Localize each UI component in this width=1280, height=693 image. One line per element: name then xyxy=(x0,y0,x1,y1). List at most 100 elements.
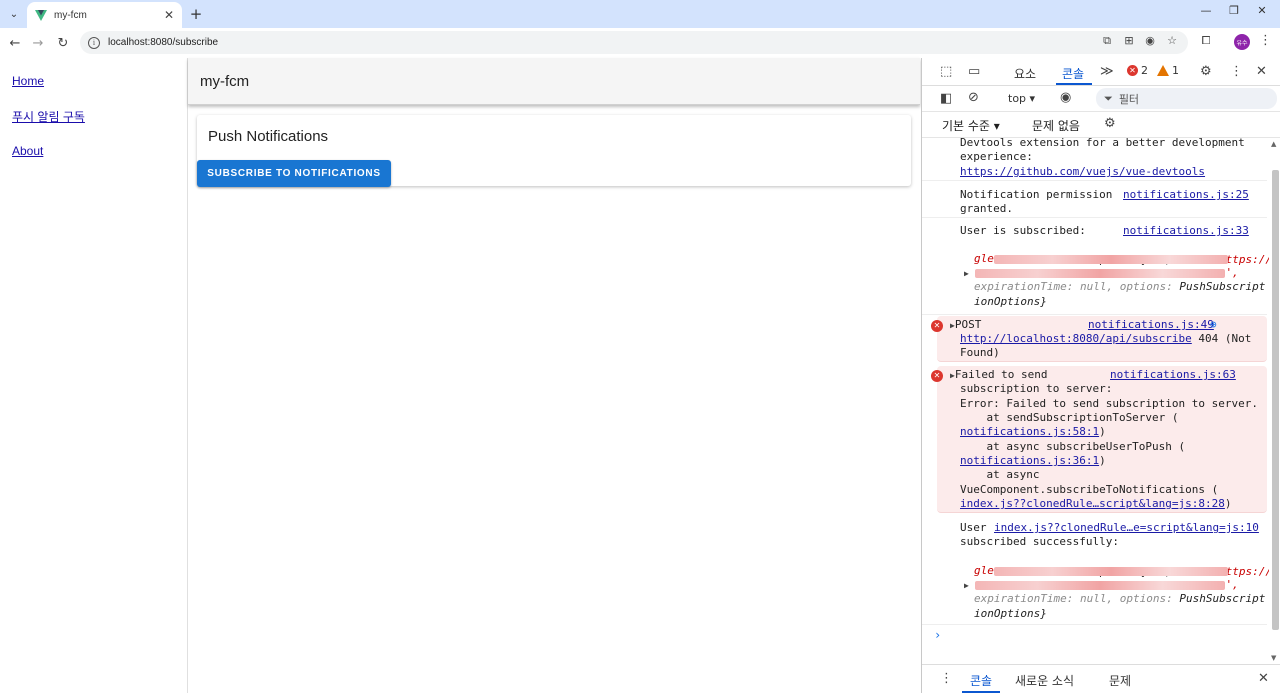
object-value: gle xyxy=(974,564,994,577)
nav-link-about[interactable]: About xyxy=(12,144,43,158)
inspect-element-icon[interactable]: ⬚ xyxy=(940,64,952,79)
console-error-message: ✕ ▶POST notifications.js:49 ⊕ http://loc… xyxy=(931,316,1267,362)
install-app-icon[interactable]: ⧉ xyxy=(1099,34,1115,48)
push-notifications-card: Push Notifications SUBSCRIBE TO NOTIFICA… xyxy=(197,115,911,187)
settings-gear-icon[interactable]: ⚙ xyxy=(1200,64,1212,79)
browser-toolbar: ← → ↻ i localhost:8080/subscribe ⧉ ⊞ ◉ ☆… xyxy=(0,28,1280,58)
nav-link-subscribe[interactable]: 푸시 알림 구독 xyxy=(12,108,85,125)
log-level-select[interactable]: 기본 수준 ▾ xyxy=(942,117,1000,134)
browser-tab[interactable]: my-fcm ✕ xyxy=(27,2,182,28)
msg-text: at async xyxy=(960,468,1040,481)
tab-elements[interactable]: 요소 xyxy=(1014,65,1036,82)
new-tab-button[interactable]: + xyxy=(188,4,204,24)
msg-text: User is subscribed: xyxy=(960,224,1086,237)
nav-link-home[interactable]: Home xyxy=(12,74,44,88)
context-value: top xyxy=(1008,92,1027,105)
live-expression-eye-icon[interactable]: ◉ xyxy=(1060,90,1071,105)
object-value: null xyxy=(1079,592,1107,605)
msg-text: 404 (Not xyxy=(1198,332,1252,345)
profile-avatar[interactable]: 유수 xyxy=(1234,34,1250,50)
object-key: expirationTime xyxy=(974,280,1067,293)
restore-icon[interactable]: ❐ xyxy=(1224,4,1244,17)
translate-icon[interactable]: ⊞ xyxy=(1121,34,1137,47)
drawer-tab-whatsnew[interactable]: 새로운 소식 xyxy=(1015,672,1074,689)
more-tabs-icon[interactable]: ≫ xyxy=(1100,64,1114,79)
forward-icon[interactable]: → xyxy=(28,33,48,53)
filter-icon: ⏷ xyxy=(1104,91,1113,105)
source-link[interactable]: notifications.js:63 xyxy=(1110,368,1236,383)
sidebar-toggle-icon[interactable]: ◧ xyxy=(940,91,952,106)
object-value: gle xyxy=(974,252,994,265)
back-icon[interactable]: ← xyxy=(5,33,25,53)
app-title: my-fcm xyxy=(200,73,250,90)
warning-count: 1 xyxy=(1172,64,1179,77)
stack-link[interactable]: notifications.js:58:1 xyxy=(960,425,1099,438)
error-icon: ✕ xyxy=(931,320,943,332)
network-globe-icon[interactable]: ⊕ xyxy=(1210,318,1217,333)
reload-icon[interactable]: ↻ xyxy=(53,33,73,53)
subscribe-button[interactable]: SUBSCRIBE TO NOTIFICATIONS xyxy=(197,160,391,187)
msg-text: at async subscribeUserToPush ( xyxy=(960,440,1186,453)
devtools-menu-icon[interactable]: ⋮ xyxy=(1230,64,1243,79)
stack-link[interactable]: notifications.js:36:1 xyxy=(960,454,1099,467)
error-counter[interactable]: ✕ 2 xyxy=(1127,64,1148,77)
extensions-icon[interactable]: ⧠ xyxy=(1198,34,1214,48)
log-level-value: 기본 수준 xyxy=(942,119,990,133)
msg-text: subscribed successfully: xyxy=(960,535,1119,548)
object-key: expirationTime xyxy=(974,592,1067,605)
msg-text: subscription to server: xyxy=(960,382,1113,395)
console-prompt-icon[interactable]: › xyxy=(934,628,941,643)
object-value: ionOptions} xyxy=(974,295,1047,308)
expand-triangle-icon[interactable]: ▶ xyxy=(964,581,969,590)
scrollbar-thumb[interactable] xyxy=(1272,170,1279,630)
object-value: ', xyxy=(1225,266,1239,279)
warning-counter[interactable]: 1 xyxy=(1157,64,1179,77)
console-settings-row: 기본 수준 ▾ 문제 없음 ⚙ xyxy=(922,112,1280,138)
object-value: ionOptions} xyxy=(974,607,1047,620)
browser-menu-icon[interactable]: ⋮ xyxy=(1259,33,1272,48)
scroll-down-icon[interactable]: ▼ xyxy=(1271,654,1276,662)
browser-tab-strip: ⌄ my-fcm ✕ + — ❐ ✕ xyxy=(0,0,1280,28)
tab-close-icon[interactable]: ✕ xyxy=(164,8,174,22)
issues-indicator[interactable]: 문제 없음 xyxy=(1032,117,1080,134)
bookmark-star-icon[interactable]: ☆ xyxy=(1164,34,1180,47)
tab-console[interactable]: 콘솔 xyxy=(1062,65,1084,82)
close-devtools-icon[interactable]: ✕ xyxy=(1256,64,1267,79)
active-tab-indicator xyxy=(1056,83,1092,85)
console-message: User is subscribed: notifications.js:33 … xyxy=(922,218,1269,315)
context-selector[interactable]: top ▾ xyxy=(1008,92,1035,105)
msg-text: VueComponent.subscribeToNotifications ( xyxy=(960,483,1219,496)
eye-icon[interactable]: ◉ xyxy=(1142,34,1158,47)
source-link[interactable]: notifications.js:25 xyxy=(1123,188,1249,203)
tab-search-chevron-icon[interactable]: ⌄ xyxy=(4,4,24,24)
source-link[interactable]: index.js??clonedRule…e=script&lang=js:10 xyxy=(994,521,1259,536)
console-settings-icon[interactable]: ⚙ xyxy=(1104,116,1116,131)
source-link[interactable]: notifications.js:33 xyxy=(1123,224,1249,239)
redacted-text xyxy=(993,254,1228,264)
drawer-tab-issues[interactable]: 문제 xyxy=(1109,672,1131,689)
drawer-tab-console[interactable]: 콘솔 xyxy=(970,672,992,689)
error-count: 2 xyxy=(1141,64,1148,77)
msg-text: Found) xyxy=(960,346,1000,359)
msg-link[interactable]: https://github.com/vuejs/vue-devtools xyxy=(960,165,1205,178)
address-bar[interactable]: i localhost:8080/subscribe xyxy=(80,31,1188,54)
stack-link[interactable]: index.js??clonedRule…script&lang=js:8:28 xyxy=(960,497,1225,510)
scroll-up-icon[interactable]: ▲ xyxy=(1271,140,1276,148)
close-drawer-icon[interactable]: ✕ xyxy=(1258,671,1269,686)
device-toolbar-icon[interactable]: ▭ xyxy=(968,64,980,79)
drawer-menu-icon[interactable]: ⋮ xyxy=(940,671,953,686)
site-info-icon[interactable]: i xyxy=(88,36,100,49)
side-navigation: Home 푸시 알림 구독 About xyxy=(0,58,188,693)
expand-triangle-icon[interactable]: ▶ xyxy=(964,269,969,278)
msg-link[interactable]: http://localhost:8080/api/subscribe xyxy=(960,332,1192,345)
console-scrollbar[interactable]: ▲ ▼ xyxy=(1270,138,1280,664)
console-message: User index.js??clonedRule…e=script&lang=… xyxy=(922,519,1269,625)
minimize-icon[interactable]: — xyxy=(1196,4,1216,17)
address-url[interactable]: localhost:8080/subscribe xyxy=(108,37,218,48)
console-filter[interactable]: ⏷ 필터 xyxy=(1096,88,1277,109)
clear-console-icon[interactable]: ⊘ xyxy=(968,90,979,105)
object-key: options xyxy=(1119,592,1167,605)
window-close-icon[interactable]: ✕ xyxy=(1252,4,1272,17)
error-icon: ✕ xyxy=(1127,65,1138,76)
source-link[interactable]: notifications.js:49 xyxy=(1088,318,1214,333)
